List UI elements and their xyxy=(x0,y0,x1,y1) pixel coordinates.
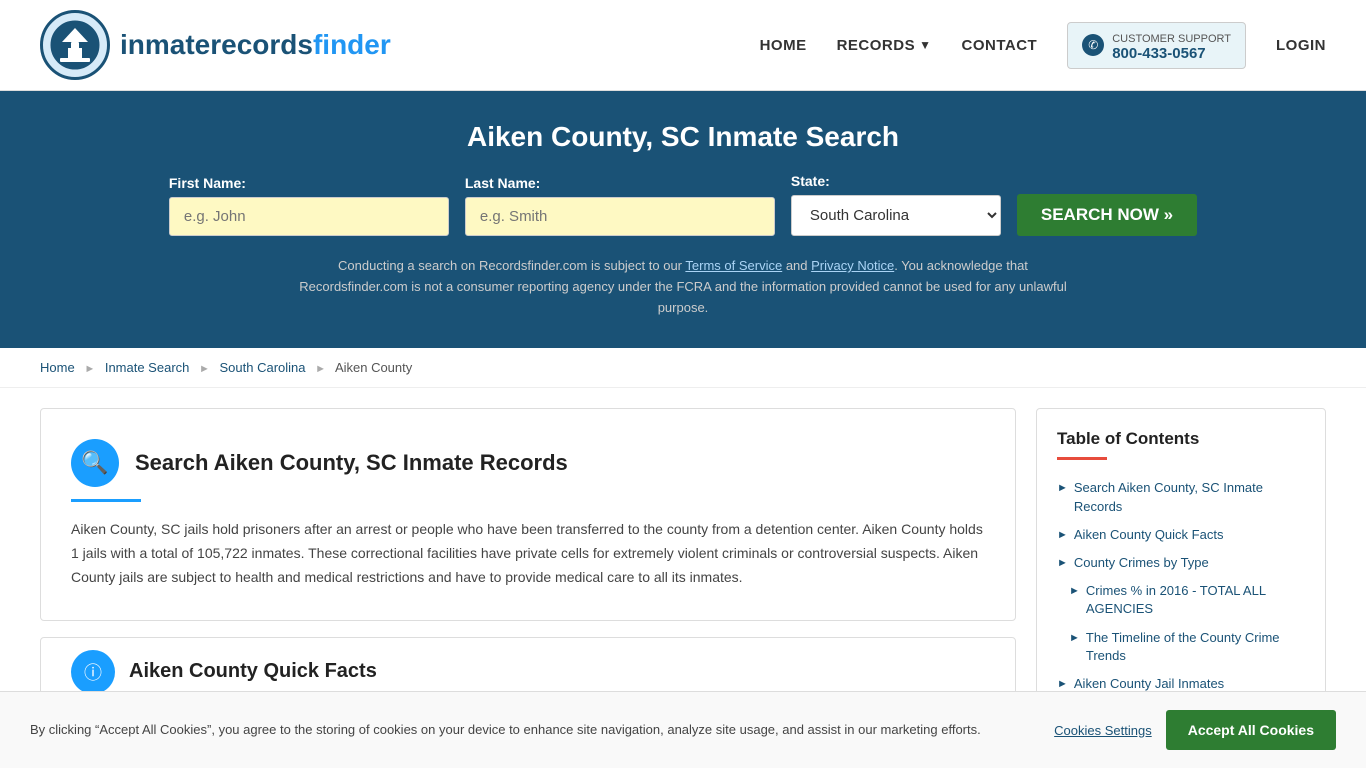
cookie-settings-button[interactable]: Cookies Settings xyxy=(1054,723,1152,738)
chevron-right-icon-4: ► xyxy=(1069,584,1080,599)
last-name-input[interactable] xyxy=(465,197,775,236)
logo-area: inmaterecordsfinder xyxy=(40,10,391,80)
toc-item-2[interactable]: ► Aiken County Quick Facts xyxy=(1057,521,1305,549)
toc-item-1[interactable]: ► Search Aiken County, SC Inmate Records xyxy=(1057,474,1305,520)
logo-text: inmaterecordsfinder xyxy=(120,29,391,61)
first-name-label: First Name: xyxy=(169,175,246,191)
chevron-right-icon-1: ► xyxy=(1057,481,1068,496)
state-select[interactable]: South Carolina xyxy=(791,195,1001,236)
last-name-group: Last Name: xyxy=(465,175,775,236)
search-form: First Name: Last Name: State: South Caro… xyxy=(40,173,1326,236)
site-header: inmaterecordsfinder HOME RECORDS ▼ CONTA… xyxy=(0,0,1366,91)
breadcrumb-inmate-search[interactable]: Inmate Search xyxy=(105,360,190,375)
breadcrumb-sep-1: ► xyxy=(84,363,95,375)
page-title: Aiken County, SC Inmate Search xyxy=(40,121,1326,153)
toc-title: Table of Contents xyxy=(1057,429,1305,449)
nav-login[interactable]: LOGIN xyxy=(1276,37,1326,54)
first-name-group: First Name: xyxy=(169,175,449,236)
breadcrumb-current: Aiken County xyxy=(335,360,412,375)
chevron-down-icon: ▼ xyxy=(919,38,931,52)
nav-contact[interactable]: CONTACT xyxy=(962,37,1038,54)
logo-icon xyxy=(40,10,110,80)
state-label: State: xyxy=(791,173,830,189)
customer-support-box[interactable]: ✆ CUSTOMER SUPPORT 800-433-0567 xyxy=(1067,22,1246,69)
breadcrumb-sep-3: ► xyxy=(315,363,326,375)
section-1-body: Aiken County, SC jails hold prisoners af… xyxy=(71,518,985,589)
search-button[interactable]: SEARCH NOW » xyxy=(1017,194,1197,236)
nav-home[interactable]: HOME xyxy=(760,37,807,54)
chevron-right-icon-2: ► xyxy=(1057,528,1068,543)
cookie-accept-button[interactable]: Accept All Cookies xyxy=(1166,710,1336,750)
cookie-actions: Cookies Settings Accept All Cookies xyxy=(1054,710,1336,750)
info-icon: ⓘ xyxy=(71,650,115,694)
breadcrumb: Home ► Inmate Search ► South Carolina ► … xyxy=(0,348,1366,388)
toc-underline xyxy=(1057,457,1107,460)
content-area: 🔍 Search Aiken County, SC Inmate Records… xyxy=(40,408,1016,719)
section-1-title-row: 🔍 Search Aiken County, SC Inmate Records xyxy=(71,439,985,487)
cookie-text: By clicking “Accept All Cookies”, you ag… xyxy=(30,720,1034,740)
breadcrumb-home[interactable]: Home xyxy=(40,360,75,375)
search-icon: 🔍 xyxy=(71,439,119,487)
nav-records[interactable]: RECORDS ▼ xyxy=(837,37,932,54)
disclaimer-text: Conducting a search on Recordsfinder.com… xyxy=(283,256,1083,318)
section-1-underline xyxy=(71,499,141,502)
state-group: State: South Carolina xyxy=(791,173,1001,236)
sidebar: Table of Contents ► Search Aiken County,… xyxy=(1036,408,1326,719)
main-content: 🔍 Search Aiken County, SC Inmate Records… xyxy=(0,388,1366,739)
section-1-heading: Search Aiken County, SC Inmate Records xyxy=(135,450,568,476)
first-name-input[interactable] xyxy=(169,197,449,236)
chevron-right-icon-6: ► xyxy=(1057,677,1068,692)
breadcrumb-state[interactable]: South Carolina xyxy=(220,360,306,375)
section-1-card: 🔍 Search Aiken County, SC Inmate Records… xyxy=(40,408,1016,620)
breadcrumb-sep-2: ► xyxy=(199,363,210,375)
terms-link[interactable]: Terms of Service xyxy=(685,258,782,273)
toc-item-4[interactable]: ► Crimes % in 2016 - TOTAL ALL AGENCIES xyxy=(1057,577,1305,623)
privacy-link[interactable]: Privacy Notice xyxy=(811,258,894,273)
chevron-right-icon-3: ► xyxy=(1057,556,1068,571)
cookie-banner: By clicking “Accept All Cookies”, you ag… xyxy=(0,691,1366,768)
toc-card: Table of Contents ► Search Aiken County,… xyxy=(1036,408,1326,719)
chevron-right-icon-5: ► xyxy=(1069,631,1080,646)
support-info: CUSTOMER SUPPORT 800-433-0567 xyxy=(1112,29,1231,62)
toc-item-3[interactable]: ► County Crimes by Type xyxy=(1057,549,1305,577)
last-name-label: Last Name: xyxy=(465,175,540,191)
headset-icon: ✆ xyxy=(1082,34,1104,56)
hero-section: Aiken County, SC Inmate Search First Nam… xyxy=(0,91,1366,348)
toc-item-5[interactable]: ► The Timeline of the County Crime Trend… xyxy=(1057,624,1305,670)
main-nav: HOME RECORDS ▼ CONTACT ✆ CUSTOMER SUPPOR… xyxy=(760,22,1326,69)
section-2-heading: Aiken County Quick Facts xyxy=(129,660,377,683)
